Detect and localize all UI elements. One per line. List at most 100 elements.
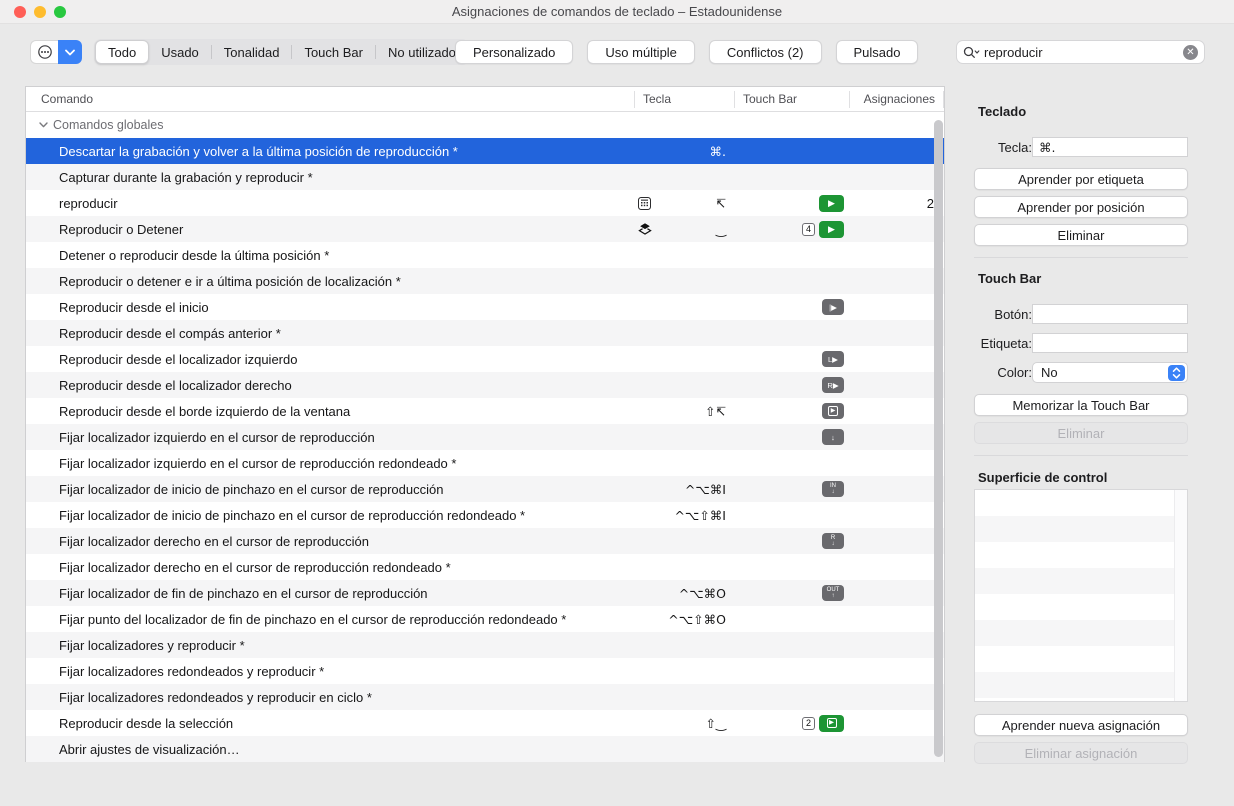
learn-new-assignment-button[interactable]: Aprender nueva asignación [974, 714, 1188, 736]
table-row[interactable]: Reproducir desde el compás anterior * [26, 320, 944, 346]
command-cell: Fijar localizador izquierdo en el cursor… [26, 430, 634, 445]
touchbar-cell: 4▶ [734, 221, 849, 238]
chevron-down-icon [65, 49, 75, 56]
title-bar: Asignaciones de comandos de teclado – Es… [0, 0, 1234, 24]
touchbar-function-badge: |▶ [822, 299, 844, 315]
key-cell: ^⌥⌘I [634, 482, 734, 497]
filter-buttons: Personalizado Uso múltiple Conflictos (2) P… [455, 40, 918, 64]
popup-stepper-icon [1168, 365, 1185, 381]
table-row[interactable]: Reproducir desde el localizador derechoR… [26, 372, 944, 398]
command-cell: reproducir [26, 196, 634, 211]
command-cell: Fijar localizadores redondeados y reprod… [26, 664, 634, 679]
key-shortcut: ^⌥⌘I [685, 482, 726, 497]
command-cell: Fijar punto del localizador de fin de pi… [26, 612, 634, 627]
keypad-icon [638, 197, 651, 210]
control-surface-list[interactable] [974, 489, 1188, 702]
touchbar-label-field[interactable] [1032, 333, 1188, 353]
learn-by-position-button[interactable]: Aprender por posición [974, 196, 1188, 218]
touchbar-cell: ▶ [734, 195, 849, 212]
key-field[interactable] [1032, 137, 1188, 157]
group-row-comandos-globales[interactable]: Comandos globales [26, 112, 944, 138]
inspector-panel: Teclado Tecla: Aprender por etiqueta Apr… [950, 76, 1234, 806]
key-cell: ^⌥⇧⌘O [634, 612, 734, 627]
toolbar-button-pulsado[interactable]: Pulsado [836, 40, 919, 64]
table-row[interactable]: Fijar localizador derecho en el cursor d… [26, 528, 944, 554]
segment-todo[interactable]: Todo [95, 40, 149, 64]
column-header-asignaciones[interactable]: Asignaciones [849, 91, 944, 108]
table-row[interactable]: reproducir↸▶2 [26, 190, 944, 216]
table-row[interactable]: Reproducir desde el localizador izquierd… [26, 346, 944, 372]
table-row[interactable]: Reproducir desde la selección⇧‿2▶ [26, 710, 944, 736]
command-cell: Fijar localizador izquierdo en el cursor… [26, 456, 634, 471]
table-row[interactable]: Detener o reproducir desde la última pos… [26, 242, 944, 268]
segment-usado[interactable]: Usado [149, 40, 211, 64]
vertical-scrollbar[interactable] [934, 120, 943, 757]
action-menu-button[interactable] [30, 40, 58, 64]
table-row[interactable]: Capturar durante la grabación y reproduc… [26, 164, 944, 190]
control-surface-row [975, 490, 1187, 516]
key-shortcut: ^⌥⌘O [679, 586, 726, 601]
toolbar-button-personalizado[interactable]: Personalizado [455, 40, 573, 64]
table-row[interactable]: Fijar localizador de fin de pinchazo en … [26, 580, 944, 606]
table-row[interactable]: Fijar localizador de inicio de pinchazo … [26, 502, 944, 528]
layers-icon [638, 222, 652, 236]
learn-by-label-button[interactable]: Aprender por etiqueta [974, 168, 1188, 190]
command-table: Comando Tecla Touch Bar Asignaciones Com… [25, 86, 945, 762]
key-cell: ⇧‿ [634, 716, 734, 731]
command-cell: Reproducir o detener e ir a última posic… [26, 274, 634, 289]
memorize-touchbar-button[interactable]: Memorizar la Touch Bar [974, 394, 1188, 416]
delete-touchbar-button: Eliminar [974, 422, 1188, 444]
command-cell: Reproducir desde la selección [26, 716, 634, 731]
touchbar-cell: IN↓ [734, 481, 849, 497]
command-cell: Capturar durante la grabación y reproduc… [26, 170, 634, 185]
key-shortcut: ^⌥⇧⌘O [668, 612, 726, 627]
action-dropdown-button[interactable] [58, 40, 82, 64]
toolbar-button-uso-m-ltiple[interactable]: Uso múltiple [587, 40, 695, 64]
table-row[interactable]: Fijar localizador izquierdo en el cursor… [26, 450, 944, 476]
touchbar-function-badge: L▶ [822, 351, 844, 367]
command-cell: Fijar localizador derecho en el cursor d… [26, 560, 634, 575]
table-row[interactable]: Reproducir o Detener‿4▶ [26, 216, 944, 242]
search-clear-icon[interactable]: ✕ [1183, 45, 1198, 60]
toolbar-button-conflictos-2[interactable]: Conflictos (2) [709, 40, 822, 64]
touchbar-count-badge: 4 [802, 223, 815, 236]
column-header-touchbar[interactable]: Touch Bar [734, 91, 849, 108]
table-row[interactable]: Fijar localizadores redondeados y reprod… [26, 658, 944, 684]
search-input[interactable] [984, 45, 1183, 60]
segment-touch-bar[interactable]: Touch Bar [292, 40, 375, 64]
table-row[interactable]: Reproducir desde el inicio|▶ [26, 294, 944, 320]
table-row[interactable]: Fijar punto del localizador de fin de pi… [26, 606, 944, 632]
table-row[interactable]: Fijar localizador de inicio de pinchazo … [26, 476, 944, 502]
disclosure-chevron-icon [39, 122, 48, 128]
column-header-comando[interactable]: Comando [26, 91, 634, 108]
control-surface-row [975, 516, 1187, 542]
key-field-label: Tecla: [972, 140, 1032, 155]
table-row[interactable]: Fijar localizadores redondeados y reprod… [26, 684, 944, 710]
table-row[interactable]: Fijar localizadores y reproducir * [26, 632, 944, 658]
color-popup-value: No [1041, 365, 1058, 380]
action-split-button[interactable] [30, 40, 82, 64]
key-shortcut: ^⌥⇧⌘I [674, 508, 726, 523]
search-field[interactable]: ✕ [956, 40, 1205, 64]
key-cell: ⌘. [634, 144, 734, 159]
key-cell: ‿ [634, 222, 734, 237]
table-row[interactable]: Reproducir desde el borde izquierdo de l… [26, 398, 944, 424]
touchbar-button-field[interactable] [1032, 304, 1188, 324]
table-row[interactable]: Reproducir o detener e ir a última posic… [26, 268, 944, 294]
segment-tonalidad[interactable]: Tonalidad [212, 40, 292, 64]
key-cell: ^⌥⇧⌘I [634, 508, 734, 523]
touchbar-color-label: Color: [972, 365, 1032, 380]
table-row[interactable]: Abrir ajustes de visualización… [26, 736, 944, 762]
command-cell: Fijar localizadores y reproducir * [26, 638, 634, 653]
control-surface-scrollbar[interactable] [1174, 490, 1187, 701]
column-header-tecla[interactable]: Tecla [634, 91, 734, 108]
touchbar-play-badge: ▶ [819, 221, 844, 238]
key-cell: ^⌥⌘O [634, 586, 734, 601]
table-row[interactable]: Descartar la grabación y volver a la últ… [26, 138, 944, 164]
delete-key-button[interactable]: Eliminar [974, 224, 1188, 246]
command-cell: Abrir ajustes de visualización… [26, 742, 634, 757]
color-popup[interactable]: No [1032, 362, 1188, 383]
table-row[interactable]: Fijar localizador derecho en el cursor d… [26, 554, 944, 580]
table-row[interactable]: Fijar localizador izquierdo en el cursor… [26, 424, 944, 450]
control-surface-row [975, 542, 1187, 568]
